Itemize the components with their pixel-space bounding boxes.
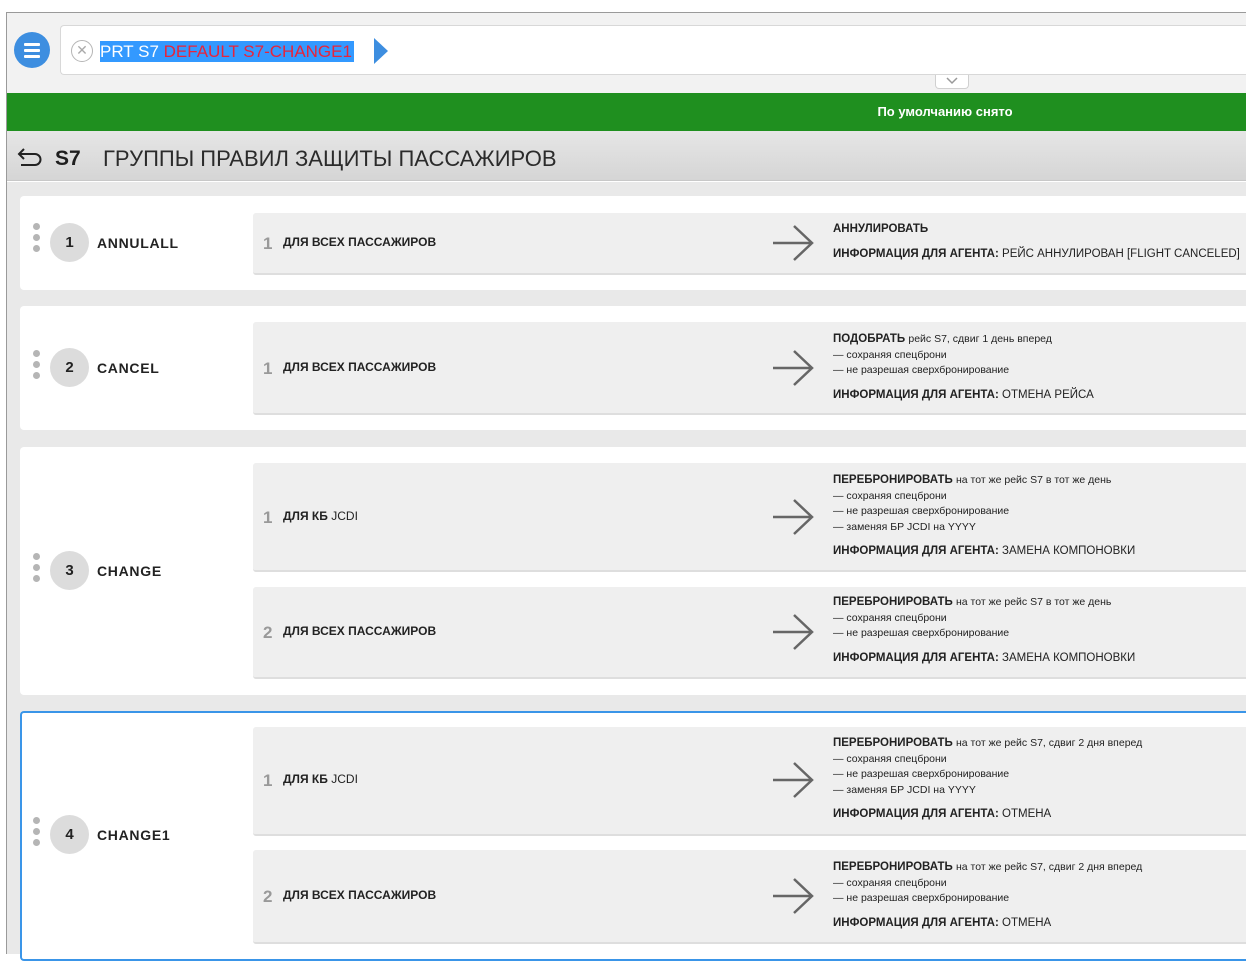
arrow-right-icon (773, 614, 814, 650)
arrow-right-icon (773, 878, 814, 914)
drag-handle-icon[interactable] (33, 553, 41, 586)
group-number: 4 (50, 815, 89, 854)
drag-handle-icon[interactable] (33, 223, 41, 256)
info-label: ИНФОРМАЦИЯ ДЛЯ АГЕНТА: (833, 808, 999, 820)
rule-number: 1 (263, 234, 273, 253)
command-part-1: PRT S7 (100, 42, 159, 61)
rule-condition: ДЛЯ ВСЕХ ПАССАЖИРОВ (283, 888, 437, 902)
info-label: ИНФОРМАЦИЯ ДЛЯ АГЕНТА: (833, 247, 999, 260)
rule-row[interactable]: 2 ДЛЯ ВСЕХ ПАССАЖИРОВ ПЕРЕБРОНИРОВАТЬ на… (253, 850, 1246, 944)
menu-icon[interactable] (14, 32, 50, 68)
rule-option: — сохраняя спецброни (833, 752, 947, 765)
group-name[interactable]: ANNULALL (97, 234, 179, 252)
rule-action: АННУЛИРОВАТЬ (833, 223, 929, 235)
rule-number: 1 (263, 508, 273, 527)
rule-condition: ДЛЯ ВСЕХ ПАССАЖИРОВ (283, 624, 437, 638)
rule-condition: ДЛЯ ВСЕХ ПАССАЖИРОВ (283, 360, 437, 374)
rule-option: — не разрешая сверхбронирование (833, 505, 1010, 517)
drag-handle-icon[interactable] (33, 350, 41, 383)
rule-action: ПОДОБРАТЬ (833, 333, 906, 345)
rule-action-detail: рейс S7, сдвиг 1 день вперед (908, 333, 1052, 345)
rule-description: ПЕРЕБРОНИРОВАТЬ на тот же рейс S7, сдвиг… (833, 860, 1142, 931)
rule-number: 2 (263, 887, 273, 906)
rule-row[interactable]: 2 ДЛЯ ВСЕХ ПАССАЖИРОВ ПЕРЕБРОНИРОВАТЬ на… (253, 587, 1246, 679)
rule-row[interactable]: 1 ДЛЯ КБ JCDI ПЕРЕБРОНИРОВАТЬ на тот же … (253, 463, 1246, 572)
rule-condition: ДЛЯ ВСЕХ ПАССАЖИРОВ (283, 235, 437, 249)
info-label: ИНФОРМАЦИЯ ДЛЯ АГЕНТА: (833, 651, 999, 664)
info-text: РЕЙС АННУЛИРОВАН [FLIGHT CANCELED] (1002, 247, 1240, 260)
command-text[interactable]: PRT S7 DEFAULT S7-CHANGE1 (100, 41, 354, 62)
group-number: 3 (50, 551, 89, 590)
drag-handle-icon[interactable] (33, 817, 41, 850)
rule-action: ПЕРЕБРОНИРОВАТЬ (833, 737, 953, 749)
rule-action: ПЕРЕБРОНИРОВАТЬ (833, 474, 953, 486)
group-number: 2 (50, 348, 89, 387)
rule-condition-label: ДЛЯ КБ (283, 509, 328, 523)
chevron-down-icon[interactable] (935, 75, 969, 89)
info-text: ОТМЕНА РЕЙСА (1002, 388, 1094, 401)
rule-row[interactable]: 1 ДЛЯ КБ JCDI ПЕРЕБРОНИРОВАТЬ на тот же … (253, 727, 1246, 836)
rule-group: 3 CHANGE 1 ДЛЯ КБ JCDI ПЕРЕБРОНИРОВАТЬ н… (20, 447, 1246, 695)
rule-row[interactable]: 1 ДЛЯ ВСЕХ ПАССАЖИРОВ ПОДОБРАТЬ рейс S7,… (253, 322, 1246, 415)
info-text: ЗАМЕНА КОМПОНОВКИ (1002, 651, 1136, 664)
page-code: S7 (55, 147, 81, 170)
clear-icon[interactable]: ✕ (71, 40, 93, 62)
rule-option: — заменяя БР JCDI на YYYY (833, 783, 976, 796)
rule-option: — сохраняя спецброни (833, 611, 947, 624)
rule-option: — не разрешая сверхбронирование (833, 892, 1010, 904)
group-number: 1 (50, 223, 89, 262)
rule-condition-value: JCDI (331, 509, 358, 523)
group-name[interactable]: CHANGE (97, 562, 162, 580)
rule-description: ПЕРЕБРОНИРОВАТЬ на тот же рейс S7 в тот … (833, 595, 1135, 666)
rule-action: ПЕРЕБРОНИРОВАТЬ (833, 596, 953, 608)
window-border-top (6, 12, 1246, 13)
rule-action-detail: на тот же рейс S7 в тот же день (956, 474, 1112, 486)
rule-condition-value: JCDI (331, 772, 358, 786)
info-label: ИНФОРМАЦИЯ ДЛЯ АГЕНТА: (833, 916, 999, 929)
arrow-right-icon (773, 350, 814, 386)
info-label: ИНФОРМАЦИЯ ДЛЯ АГЕНТА: (833, 545, 999, 557)
rule-condition-label: ДЛЯ КБ (283, 772, 328, 786)
rule-action-detail: на тот же рейс S7, сдвиг 2 дня вперед (956, 861, 1143, 873)
rule-action-detail: на тот же рейс S7, сдвиг 2 дня вперед (956, 737, 1143, 749)
rule-action: ПЕРЕБРОНИРОВАТЬ (833, 861, 953, 873)
app-window: ✕ PRT S7 DEFAULT S7-CHANGE1 По умолчанию… (0, 0, 1246, 961)
info-text: ОТМЕНА (1002, 808, 1052, 820)
arrow-right-icon (773, 762, 814, 798)
rule-option: — не разрешая сверхбронирование (833, 768, 1010, 780)
rule-description: ПОДОБРАТЬ рейс S7, сдвиг 1 день вперед —… (833, 332, 1094, 403)
group-name[interactable]: CANCEL (97, 359, 160, 377)
play-arrow-icon[interactable] (374, 38, 388, 64)
rule-option: — сохраняя спецброни (833, 348, 947, 361)
rule-number: 1 (263, 359, 273, 378)
rule-condition: ДЛЯ КБ JCDI (283, 772, 358, 786)
rule-option: — не разрешая сверхбронирование (833, 364, 1010, 376)
command-part-2: DEFAULT S7-CHANGE1 (163, 42, 352, 61)
group-name[interactable]: CHANGE1 (97, 826, 170, 844)
back-arrow-icon[interactable] (17, 147, 43, 167)
rule-option: — сохраняя спецброни (833, 876, 947, 889)
rule-group: 2 CANCEL 1 ДЛЯ ВСЕХ ПАССАЖИРОВ ПОДОБРАТЬ… (20, 306, 1246, 430)
status-text: По умолчанию снято (877, 104, 1013, 119)
rule-description: ПЕРЕБРОНИРОВАТЬ на тот же рейс S7 в тот … (833, 473, 1135, 560)
rule-number: 2 (263, 623, 273, 642)
rule-action-detail: на тот же рейс S7 в тот же день (956, 596, 1112, 608)
rule-description: ПЕРЕБРОНИРОВАТЬ на тот же рейс S7, сдвиг… (833, 736, 1142, 823)
info-text: ЗАМЕНА КОМПОНОВКИ (1002, 545, 1136, 557)
info-label: ИНФОРМАЦИЯ ДЛЯ АГЕНТА: (833, 388, 999, 401)
rule-group-selected[interactable]: 4 CHANGE1 1 ДЛЯ КБ JCDI ПЕРЕБРОНИРОВАТЬ … (20, 711, 1246, 961)
page-title: ГРУППЫ ПРАВИЛ ЗАЩИТЫ ПАССАЖИРОВ (103, 146, 557, 171)
rule-condition: ДЛЯ КБ JCDI (283, 509, 358, 523)
rule-option: — сохраняя спецброни (833, 489, 947, 502)
rule-option: — не разрешая сверхбронирование (833, 627, 1010, 639)
info-text: ОТМЕНА (1002, 916, 1052, 929)
rule-group: 1 ANNULALL 1 ДЛЯ ВСЕХ ПАССАЖИРОВ АННУЛИР… (20, 196, 1246, 290)
rule-option: — заменяя БР JCDI на YYYY (833, 520, 976, 533)
rule-description: АННУЛИРОВАТЬ ИНФОРМАЦИЯ ДЛЯ АГЕНТА: РЕЙС… (833, 222, 1240, 262)
arrow-right-icon (773, 499, 814, 535)
rule-row[interactable]: 1 ДЛЯ ВСЕХ ПАССАЖИРОВ АННУЛИРОВАТЬ ИНФОР… (253, 213, 1246, 275)
arrow-right-icon (773, 225, 814, 261)
rule-number: 1 (263, 771, 273, 790)
status-bar: По умолчанию снято (7, 93, 1246, 131)
